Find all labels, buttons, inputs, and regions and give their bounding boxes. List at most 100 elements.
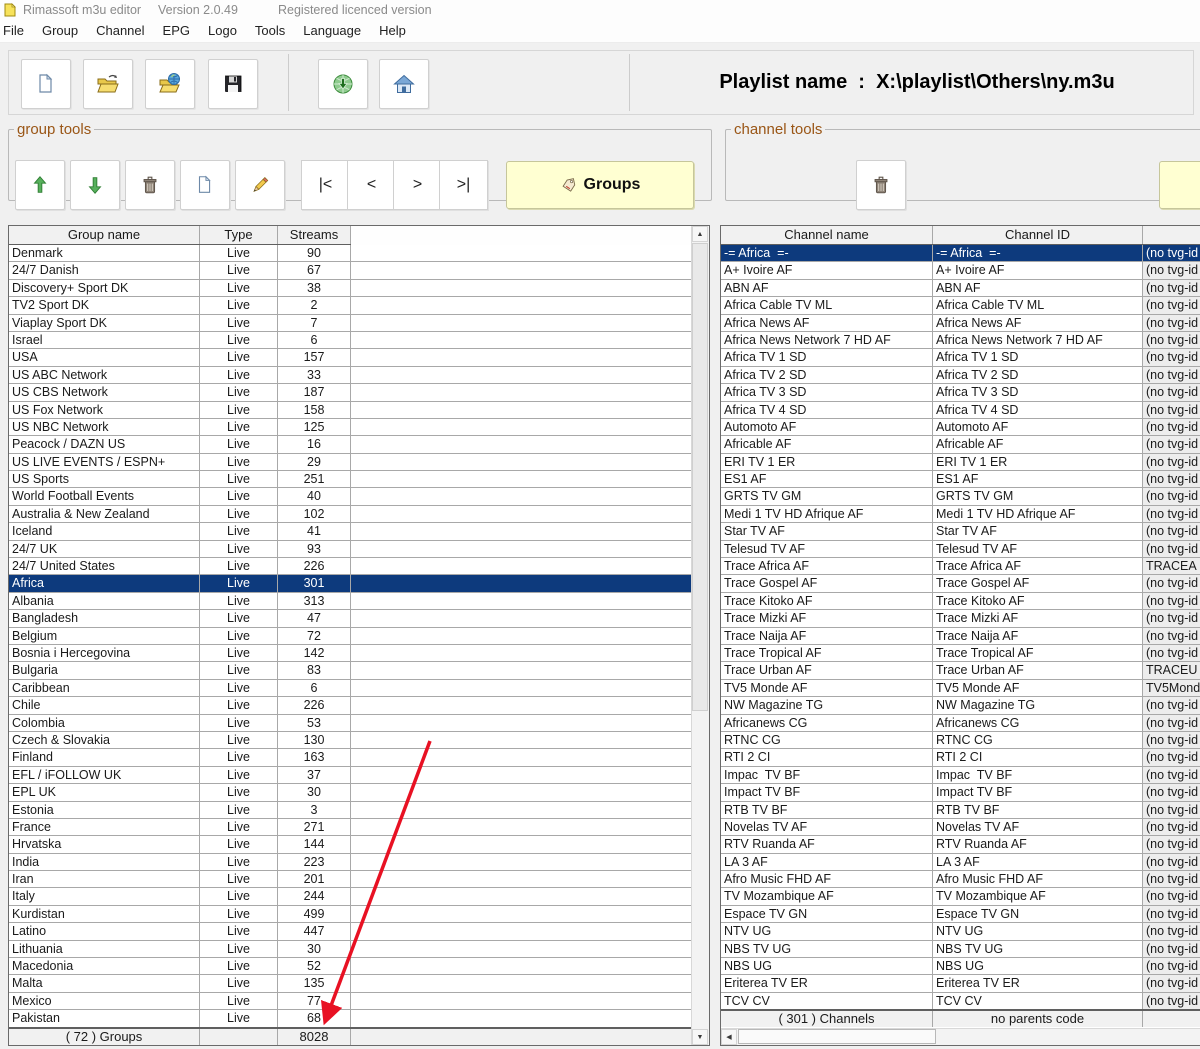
group-row[interactable]: BelgiumLive72 bbox=[9, 628, 709, 645]
menu-item-logo[interactable]: Logo bbox=[199, 20, 246, 42]
channel-row[interactable]: TCV CVTCV CV(no tvg-id bbox=[721, 993, 1200, 1010]
group-nav-last-button[interactable]: >| bbox=[439, 160, 488, 210]
group-row[interactable]: FinlandLive163 bbox=[9, 749, 709, 766]
group-row[interactable]: AfricaLive301 bbox=[9, 575, 709, 592]
column-header-group-name[interactable]: Group name bbox=[9, 226, 200, 244]
group-new-button[interactable] bbox=[180, 160, 230, 210]
channel-row[interactable]: Africanews CGAfricanews CG(no tvg-id bbox=[721, 715, 1200, 732]
channel-table-horizontal-scrollbar[interactable]: ◀ bbox=[721, 1028, 1200, 1045]
column-header-type[interactable]: Type bbox=[200, 226, 278, 244]
channel-row[interactable]: Afro Music FHD AFAfro Music FHD AF(no tv… bbox=[721, 871, 1200, 888]
channel-row[interactable]: RTNC CGRTNC CG(no tvg-id bbox=[721, 732, 1200, 749]
save-button[interactable] bbox=[208, 59, 258, 109]
channel-row[interactable]: RTV Ruanda AFRTV Ruanda AF(no tvg-id bbox=[721, 836, 1200, 853]
group-row[interactable]: IndiaLive223 bbox=[9, 854, 709, 871]
channel-row[interactable]: Trace Mizki AFTrace Mizki AF(no tvg-id bbox=[721, 610, 1200, 627]
channel-row[interactable]: Africa News AFAfrica News AF(no tvg-id bbox=[721, 315, 1200, 332]
group-row[interactable]: IranLive201 bbox=[9, 871, 709, 888]
group-row[interactable]: US LIVE EVENTS / ESPN+Live29 bbox=[9, 454, 709, 471]
channel-row[interactable]: Espace TV GNEspace TV GN(no tvg-id bbox=[721, 906, 1200, 923]
group-row[interactable]: Discovery+ Sport DKLive38 bbox=[9, 280, 709, 297]
group-row[interactable]: 24/7 UKLive93 bbox=[9, 541, 709, 558]
menu-item-help[interactable]: Help bbox=[370, 20, 415, 42]
channel-row[interactable]: RTI 2 CIRTI 2 CI(no tvg-id bbox=[721, 749, 1200, 766]
channel-row[interactable]: RTB TV BFRTB TV BF(no tvg-id bbox=[721, 802, 1200, 819]
group-row[interactable]: US ABC NetworkLive33 bbox=[9, 367, 709, 384]
group-table-vertical-scrollbar[interactable]: ▲ ▼ bbox=[691, 226, 709, 1045]
channel-row[interactable]: Automoto AFAutomoto AF(no tvg-id bbox=[721, 419, 1200, 436]
group-row[interactable]: MacedoniaLive52 bbox=[9, 958, 709, 975]
group-edit-button[interactable] bbox=[235, 160, 285, 210]
scroll-thumb[interactable] bbox=[692, 243, 708, 711]
group-row[interactable]: ColombiaLive53 bbox=[9, 715, 709, 732]
column-header-channel-name[interactable]: Channel name bbox=[721, 226, 933, 244]
channel-row[interactable]: Africa TV 3 SDAfrica TV 3 SD(no tvg-id bbox=[721, 384, 1200, 401]
channel-row[interactable]: ES1 AFES1 AF(no tvg-id bbox=[721, 471, 1200, 488]
menu-item-group[interactable]: Group bbox=[33, 20, 87, 42]
scroll-up-button[interactable]: ▲ bbox=[692, 226, 708, 242]
scroll-thumb[interactable] bbox=[738, 1029, 936, 1044]
group-row[interactable]: BangladeshLive47 bbox=[9, 610, 709, 627]
group-delete-button[interactable] bbox=[125, 160, 175, 210]
group-row[interactable]: US CBS NetworkLive187 bbox=[9, 384, 709, 401]
group-row[interactable]: US Fox NetworkLive158 bbox=[9, 402, 709, 419]
home-button[interactable] bbox=[379, 59, 429, 109]
group-row[interactable]: CaribbeanLive6 bbox=[9, 680, 709, 697]
group-row[interactable]: HrvatskaLive144 bbox=[9, 836, 709, 853]
group-row[interactable]: 24/7 United StatesLive226 bbox=[9, 558, 709, 575]
channel-row[interactable]: NTV UGNTV UG(no tvg-id bbox=[721, 923, 1200, 940]
group-row[interactable]: 24/7 DanishLive67 bbox=[9, 262, 709, 279]
channel-row[interactable]: Africable AFAfricable AF(no tvg-id bbox=[721, 436, 1200, 453]
channel-row[interactable]: Telesud TV AFTelesud TV AF(no tvg-id bbox=[721, 541, 1200, 558]
column-header-tvg-id[interactable] bbox=[1143, 226, 1200, 244]
channel-row[interactable]: NBS TV UGNBS TV UG(no tvg-id bbox=[721, 941, 1200, 958]
group-row[interactable]: FranceLive271 bbox=[9, 819, 709, 836]
column-header-channel-id[interactable]: Channel ID bbox=[933, 226, 1143, 244]
channel-row[interactable]: Impac TV BFImpac TV BF(no tvg-id bbox=[721, 767, 1200, 784]
scroll-left-button[interactable]: ◀ bbox=[721, 1029, 737, 1045]
group-row[interactable]: Czech & SlovakiaLive130 bbox=[9, 732, 709, 749]
channel-row[interactable]: Medi 1 TV HD Afrique AFMedi 1 TV HD Afri… bbox=[721, 506, 1200, 523]
group-nav-prev-button[interactable]: < bbox=[347, 160, 396, 210]
channel-row[interactable]: GRTS TV GMGRTS TV GM(no tvg-id bbox=[721, 488, 1200, 505]
channel-row[interactable]: Africa TV 1 SDAfrica TV 1 SD(no tvg-id bbox=[721, 349, 1200, 366]
group-row[interactable]: MaltaLive135 bbox=[9, 975, 709, 992]
channel-row[interactable]: Trace Urban AFTrace Urban AFTRACEU bbox=[721, 662, 1200, 679]
group-row[interactable]: IsraelLive6 bbox=[9, 332, 709, 349]
group-row[interactable]: US NBC NetworkLive125 bbox=[9, 419, 709, 436]
download-button[interactable] bbox=[318, 59, 368, 109]
group-row[interactable]: MexicoLive77 bbox=[9, 993, 709, 1010]
group-row[interactable]: IcelandLive41 bbox=[9, 523, 709, 540]
group-row[interactable]: USALive157 bbox=[9, 349, 709, 366]
groups-button[interactable]: Groups bbox=[506, 161, 694, 209]
open-file-button[interactable] bbox=[83, 59, 133, 109]
channel-delete-button[interactable] bbox=[856, 160, 906, 210]
group-row[interactable]: TV2 Sport DKLive2 bbox=[9, 297, 709, 314]
channel-row[interactable]: NBS UGNBS UG(no tvg-id bbox=[721, 958, 1200, 975]
open-url-button[interactable] bbox=[145, 59, 195, 109]
column-header-streams[interactable]: Streams bbox=[278, 226, 351, 244]
channel-row[interactable]: Eriterea TV EREriterea TV ER(no tvg-id bbox=[721, 975, 1200, 992]
group-row[interactable]: LatinoLive447 bbox=[9, 923, 709, 940]
channel-row[interactable]: Africa Cable TV MLAfrica Cable TV ML(no … bbox=[721, 297, 1200, 314]
channel-row[interactable]: TV5 Monde AFTV5 Monde AFTV5Mond bbox=[721, 680, 1200, 697]
channel-row[interactable]: -= Africa =--= Africa =-(no tvg-id bbox=[721, 245, 1200, 262]
new-playlist-button[interactable] bbox=[21, 59, 71, 109]
channel-row[interactable]: Trace Gospel AFTrace Gospel AF(no tvg-id bbox=[721, 575, 1200, 592]
channel-row[interactable]: ABN AFABN AF(no tvg-id bbox=[721, 280, 1200, 297]
group-row[interactable]: EFL / iFOLLOW UKLive37 bbox=[9, 767, 709, 784]
group-row[interactable]: DenmarkLive90 bbox=[9, 245, 709, 262]
channel-row[interactable]: Star TV AFStar TV AF(no tvg-id bbox=[721, 523, 1200, 540]
group-move-up-button[interactable] bbox=[15, 160, 65, 210]
channel-row[interactable]: Impact TV BFImpact TV BF(no tvg-id bbox=[721, 784, 1200, 801]
group-row[interactable]: Australia & New ZealandLive102 bbox=[9, 506, 709, 523]
group-row[interactable]: ChileLive226 bbox=[9, 697, 709, 714]
channel-row[interactable]: Trace Kitoko AFTrace Kitoko AF(no tvg-id bbox=[721, 593, 1200, 610]
menu-item-channel[interactable]: Channel bbox=[87, 20, 153, 42]
group-row[interactable]: Viaplay Sport DKLive7 bbox=[9, 315, 709, 332]
channel-row[interactable]: TV Mozambique AFTV Mozambique AF(no tvg-… bbox=[721, 888, 1200, 905]
group-row[interactable]: KurdistanLive499 bbox=[9, 906, 709, 923]
channel-row[interactable]: Novelas TV AFNovelas TV AF(no tvg-id bbox=[721, 819, 1200, 836]
channel-row[interactable]: Africa TV 2 SDAfrica TV 2 SD(no tvg-id bbox=[721, 367, 1200, 384]
channels-button-clipped[interactable] bbox=[1159, 161, 1200, 209]
